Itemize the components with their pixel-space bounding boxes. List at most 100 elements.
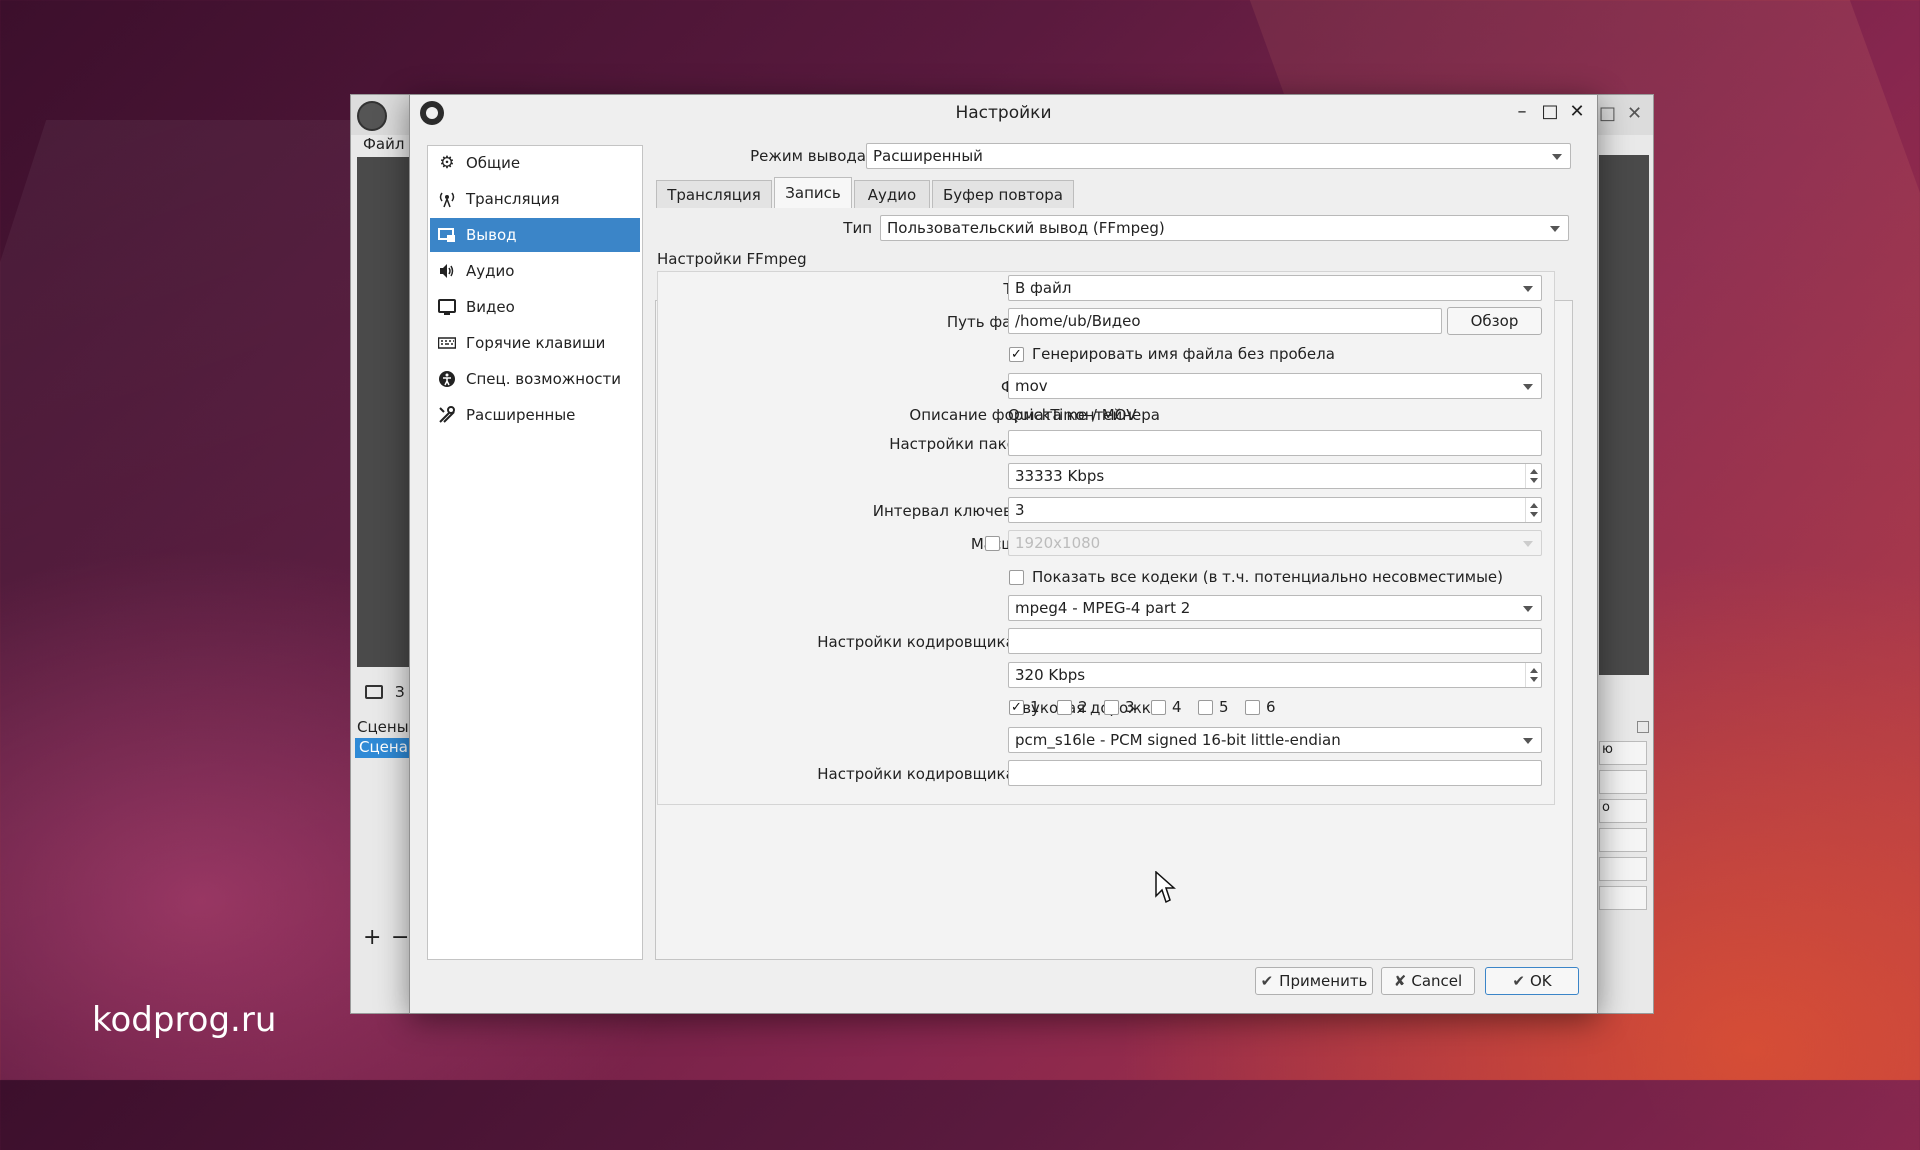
- audio-encoder-settings-input[interactable]: [1008, 760, 1542, 786]
- control-button[interactable]: [1599, 770, 1647, 794]
- audio-track-4-checkbox[interactable]: [1151, 700, 1166, 715]
- video-bitrate-spinbox[interactable]: 33333 Kbps: [1008, 463, 1542, 489]
- apply-button[interactable]: ✔ Применить: [1255, 967, 1373, 995]
- audio-encoder-select[interactable]: pcm_s16le - PCM signed 16-bit little-end…: [1008, 727, 1542, 753]
- right-preview-area: [1599, 155, 1649, 675]
- chevron-down-icon: [1523, 384, 1533, 390]
- sidebar-item-output[interactable]: Вывод: [430, 218, 640, 252]
- sidebar-item-label: Видео: [466, 298, 515, 316]
- maximize-icon[interactable]: □: [1599, 103, 1616, 124]
- audio-track-3-checkbox[interactable]: [1104, 700, 1119, 715]
- watermark: kodprog.ru: [92, 1000, 277, 1040]
- sidebar-item-audio[interactable]: Аудио: [430, 254, 640, 288]
- control-button[interactable]: [1599, 857, 1647, 881]
- maximize-icon[interactable]: □: [1538, 101, 1562, 122]
- output-mode-value: Расширенный: [873, 147, 983, 165]
- remove-scene-button[interactable]: −: [391, 925, 409, 950]
- keyframe-interval-spinbox[interactable]: 3: [1008, 497, 1542, 523]
- audio-track-6-label: 6: [1266, 698, 1276, 716]
- control-button[interactable]: о: [1599, 799, 1647, 823]
- rescale-resolution-value: 1920x1080: [1015, 534, 1101, 552]
- sidebar-item-label: Трансляция: [466, 190, 560, 208]
- cancel-icon: ✘: [1393, 972, 1407, 990]
- file-path-input[interactable]: /home/ub/Видео: [1008, 308, 1442, 334]
- control-button[interactable]: [1599, 828, 1647, 852]
- sidebar-item-general[interactable]: ⚙ Общие: [430, 146, 640, 180]
- chevron-down-icon: [1523, 541, 1533, 547]
- ffmpeg-output-type-value: В файл: [1015, 279, 1072, 297]
- rescale-resolution-select: 1920x1080: [1008, 530, 1542, 556]
- monitor-icon: [436, 296, 458, 318]
- audio-track-1-checkbox[interactable]: ✓: [1009, 700, 1024, 715]
- keyframe-interval-value: 3: [1015, 501, 1025, 519]
- close-icon[interactable]: ✕: [1627, 103, 1642, 124]
- settings-dialog: Настройки – □ ✕ ⚙ Общие Трансляция Вывод…: [409, 94, 1598, 1014]
- add-scene-button[interactable]: +: [363, 925, 381, 950]
- chevron-down-icon: [1523, 606, 1533, 612]
- close-icon[interactable]: ✕: [1565, 101, 1589, 122]
- keyboard-icon: [436, 332, 458, 354]
- speaker-icon: [436, 260, 458, 282]
- control-button[interactable]: [1599, 886, 1647, 910]
- audio-track-5-checkbox[interactable]: [1198, 700, 1213, 715]
- scene-item[interactable]: Сцена: [355, 738, 409, 758]
- container-format-select[interactable]: mov: [1008, 373, 1542, 399]
- container-format-value: mov: [1015, 377, 1048, 395]
- spin-arrows-icon[interactable]: [1525, 498, 1541, 522]
- sidebar-item-label: Горячие клавиши: [466, 334, 606, 352]
- audio-track-2-label: 2: [1078, 698, 1088, 716]
- dialog-title: Настройки: [955, 103, 1052, 123]
- mouse-cursor-icon: [1155, 871, 1176, 904]
- audio-bitrate-spinbox[interactable]: 320 Kbps: [1008, 662, 1542, 688]
- browse-button[interactable]: Обзор: [1447, 307, 1542, 335]
- ok-button[interactable]: ✔ OK: [1485, 967, 1579, 995]
- monitor-icon: [365, 685, 383, 699]
- muxer-settings-input[interactable]: [1008, 430, 1542, 456]
- no-space-filename-checkbox[interactable]: ✓: [1009, 347, 1024, 362]
- dock-icon[interactable]: [1637, 721, 1649, 733]
- sidebar-item-hotkeys[interactable]: Горячие клавиши: [430, 326, 640, 360]
- ffmpeg-output-type-select[interactable]: В файл: [1008, 275, 1542, 301]
- video-encoder-settings-input[interactable]: [1008, 628, 1542, 654]
- check-icon: ✔: [1260, 972, 1274, 990]
- sidebar-item-accessibility[interactable]: Спец. возможности: [430, 362, 640, 396]
- accessibility-icon: [436, 368, 458, 390]
- obs-logo-icon: [357, 101, 387, 131]
- gear-icon: ⚙: [439, 153, 455, 173]
- output-mode-select[interactable]: Расширенный: [866, 143, 1571, 169]
- sidebar-item-stream[interactable]: Трансляция: [430, 182, 640, 216]
- audio-track-2-checkbox[interactable]: [1057, 700, 1072, 715]
- chevron-down-icon: [1550, 226, 1560, 232]
- recording-type-select[interactable]: Пользовательский вывод (FFmpeg): [880, 215, 1569, 241]
- chevron-down-icon: [1552, 154, 1562, 160]
- cancel-button[interactable]: ✘ Cancel: [1381, 967, 1475, 995]
- audio-track-6-checkbox[interactable]: [1245, 700, 1260, 715]
- video-encoder-select[interactable]: mpeg4 - MPEG-4 part 2: [1008, 595, 1542, 621]
- sidebar-item-advanced[interactable]: Расширенные: [430, 398, 640, 432]
- output-icon: [436, 224, 458, 246]
- spin-arrows-icon[interactable]: [1525, 663, 1541, 687]
- ffmpeg-group-title: Настройки FFmpeg: [657, 250, 807, 268]
- rescale-output-checkbox[interactable]: [985, 536, 1000, 551]
- ok-icon: ✔: [1512, 972, 1525, 990]
- show-all-codecs-checkbox[interactable]: [1009, 570, 1024, 585]
- minimize-icon[interactable]: –: [1510, 101, 1534, 122]
- audio-track-4-label: 4: [1172, 698, 1182, 716]
- sidebar-item-label: Общие: [466, 154, 521, 172]
- tab-replay-buffer[interactable]: Буфер повтора: [932, 180, 1074, 208]
- audio-track-3-label: 3: [1125, 698, 1135, 716]
- tab-audio[interactable]: Аудио: [854, 180, 930, 208]
- sidebar-item-video[interactable]: Видео: [430, 290, 640, 324]
- tab-recording[interactable]: Запись: [774, 177, 852, 208]
- control-button[interactable]: ю: [1599, 741, 1647, 765]
- spin-arrows-icon[interactable]: [1525, 464, 1541, 488]
- tab-streaming[interactable]: Трансляция: [656, 180, 772, 208]
- ok-button-label: OK: [1529, 972, 1552, 990]
- no-space-filename-label: Генерировать имя файла без пробела: [1032, 345, 1335, 363]
- preview-area: [357, 157, 409, 667]
- video-bitrate-value: 33333 Kbps: [1015, 467, 1105, 485]
- output-tabs: Трансляция Запись Аудио Буфер повтора: [656, 177, 1256, 212]
- menu-file[interactable]: Файл: [363, 135, 404, 153]
- recording-type-value: Пользовательский вывод (FFmpeg): [887, 219, 1165, 237]
- scene-stub-label: З: [395, 683, 405, 701]
